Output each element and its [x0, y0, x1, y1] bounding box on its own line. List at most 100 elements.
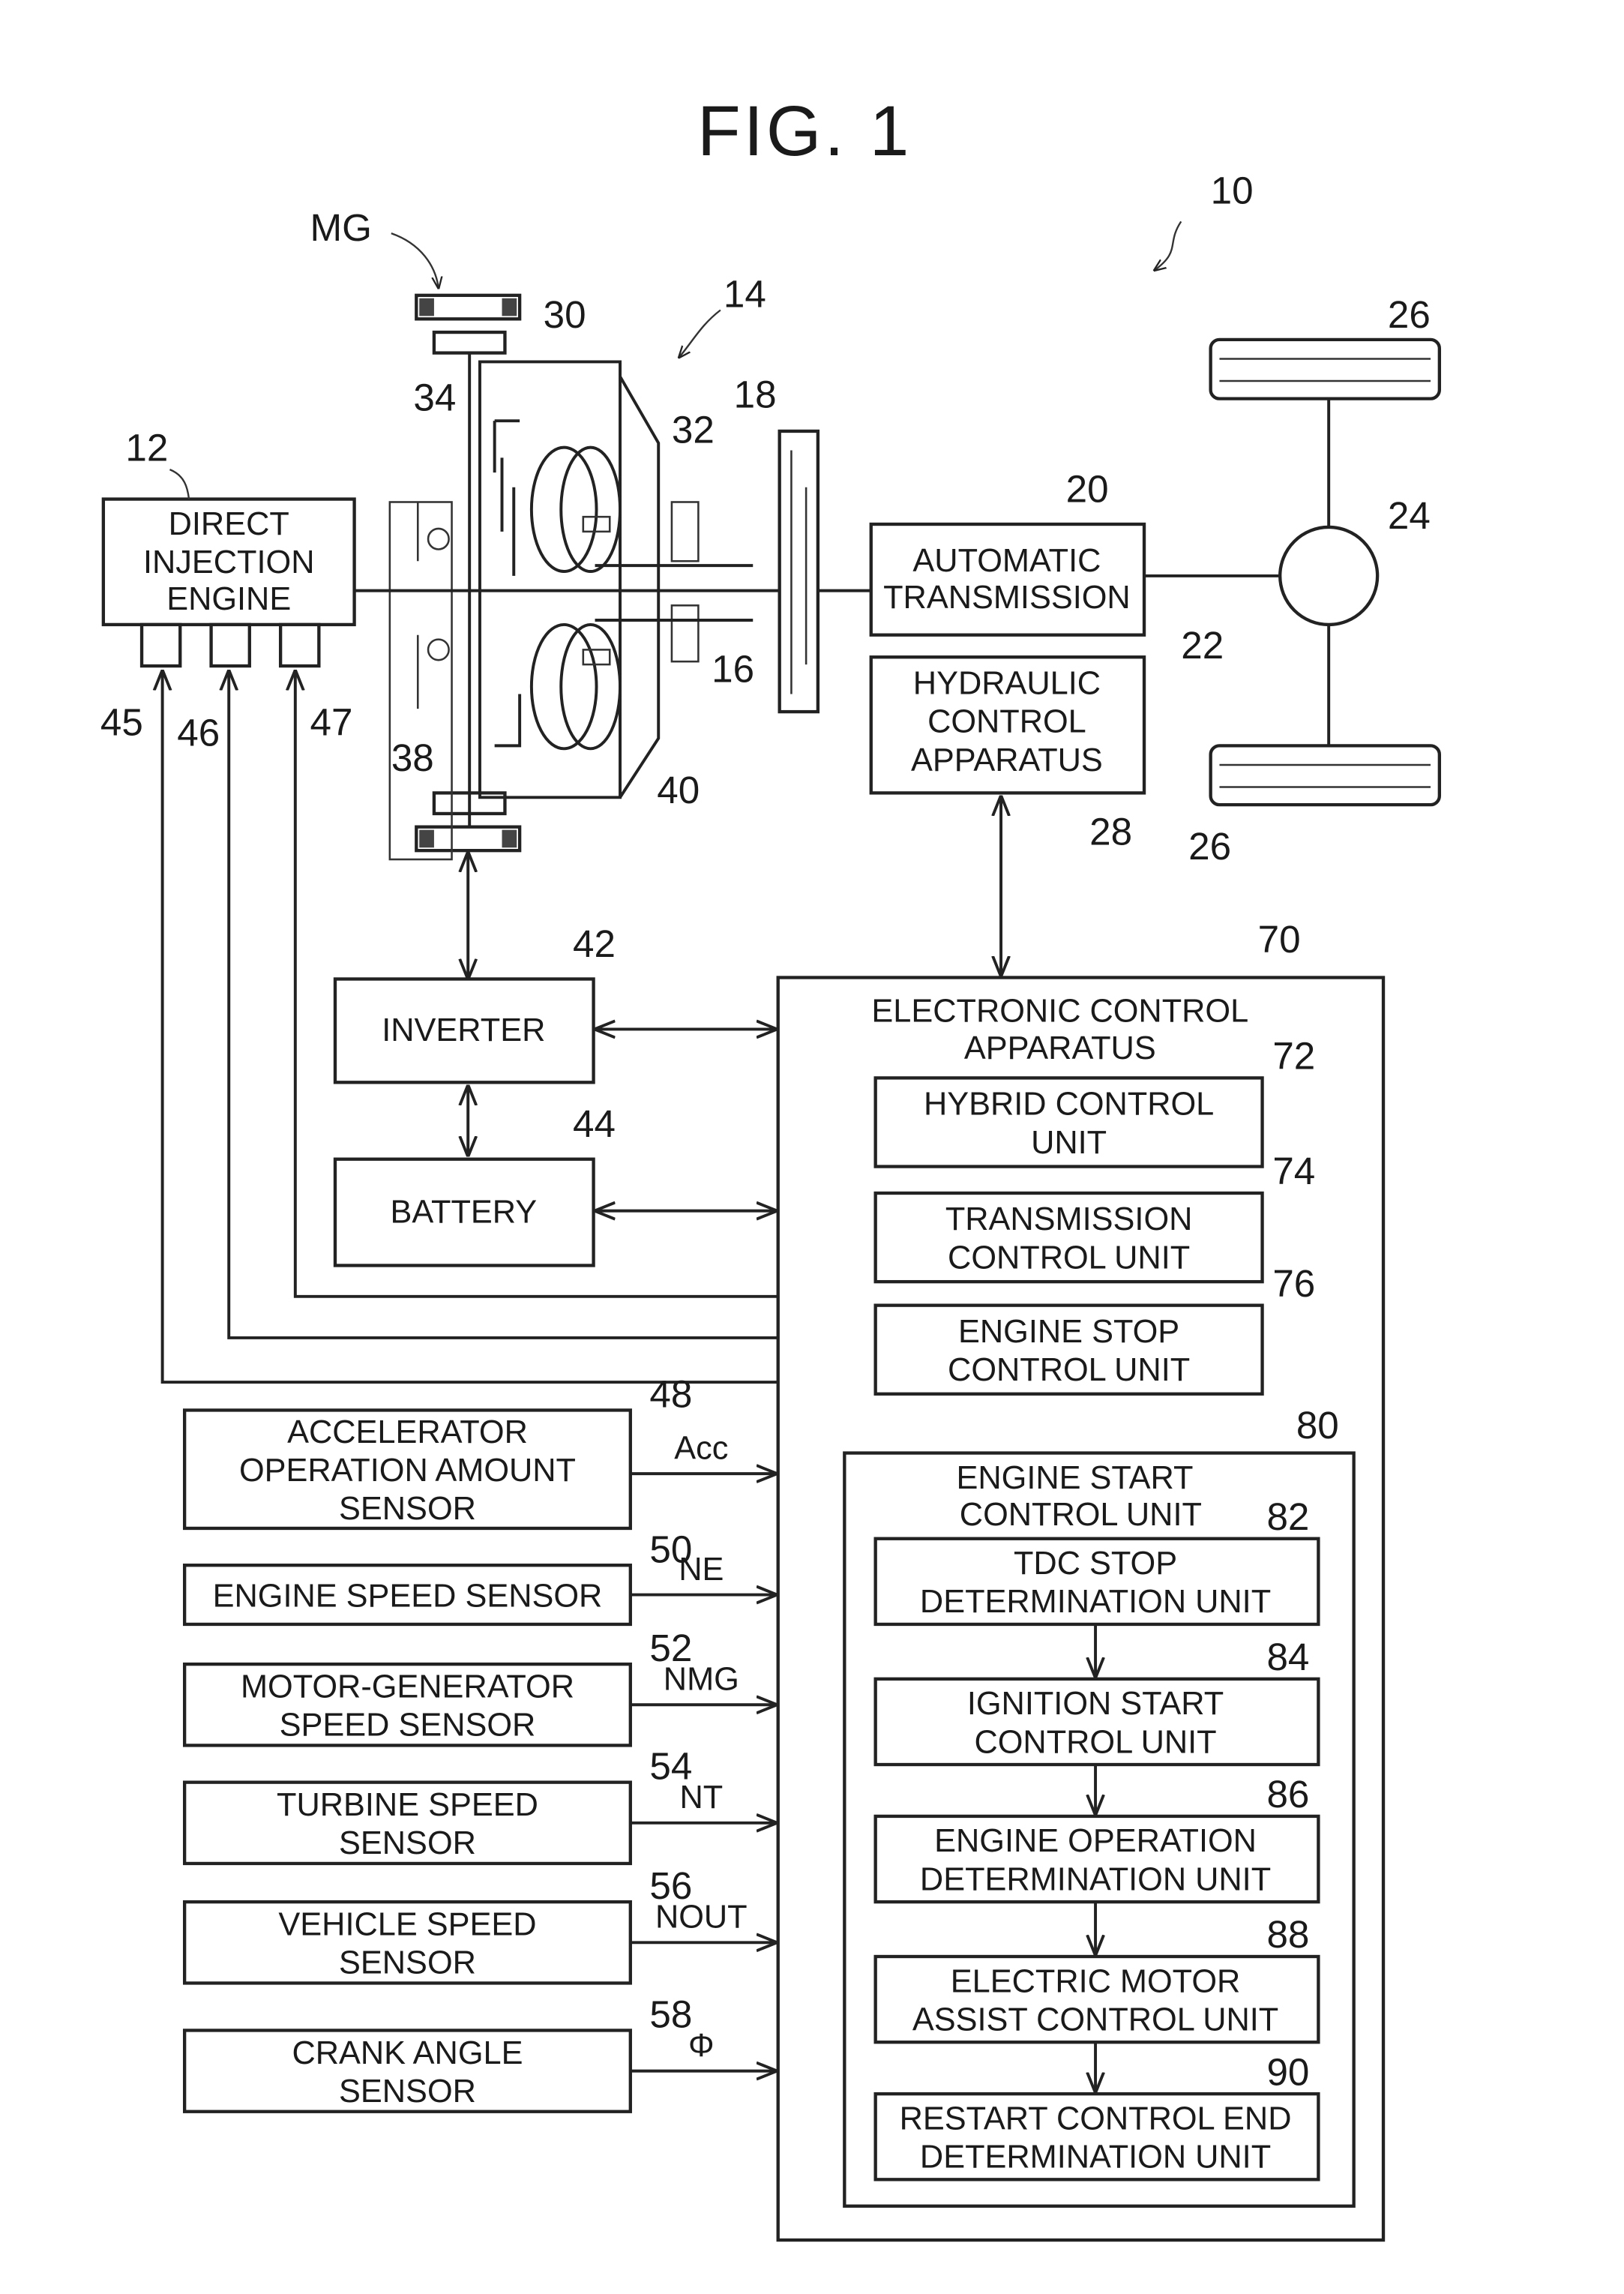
box-label-line: CONTROL UNIT	[974, 1724, 1216, 1760]
svg-text:ELECTRONIC CONTROL: ELECTRONIC CONTROL	[871, 994, 1248, 1030]
box-label-line: TDC STOP	[1014, 1546, 1177, 1582]
ref-58: 58	[649, 1993, 692, 2036]
svg-text:CONTROL UNIT: CONTROL UNIT	[960, 1497, 1202, 1533]
ref-88: 88	[1266, 1913, 1309, 1956]
box-label-line: CONTROL UNIT	[948, 1240, 1190, 1276]
signal-label: NOUT	[655, 1900, 748, 1936]
svg-text:INJECTION: INJECTION	[143, 544, 315, 580]
box-label-line: ACCELERATOR	[287, 1414, 528, 1450]
svg-text:APPARATUS: APPARATUS	[911, 742, 1103, 778]
direct-injection-engine: DIRECT INJECTION ENGINE	[101, 497, 356, 668]
box-label-line: SENSOR	[339, 1825, 476, 1861]
ref-44: 44	[573, 1102, 616, 1145]
motor-generator-stator-top	[415, 293, 522, 355]
box-label-line: SENSOR	[339, 1945, 476, 1981]
box-label-line: RESTART CONTROL END	[900, 2101, 1292, 2137]
box-label-line: ENGINE SPEED SENSOR	[213, 1578, 603, 1614]
box-label-line: MOTOR-GENERATOR	[241, 1669, 574, 1705]
ref-45: 45	[100, 701, 143, 744]
ref-74: 74	[1272, 1150, 1315, 1192]
ref-12: 12	[125, 426, 168, 469]
svg-text:TRANSMISSION: TRANSMISSION	[883, 580, 1131, 616]
ref-46: 46	[177, 711, 220, 754]
battery: BATTERY	[333, 1157, 595, 1267]
ref-22: 22	[1181, 624, 1224, 667]
ref-18: 18	[734, 373, 777, 415]
ref-14-leader	[679, 309, 721, 358]
ref-82: 82	[1266, 1495, 1309, 1538]
ref-32: 32	[672, 409, 715, 451]
box-label-line: TURBINE SPEED	[277, 1787, 538, 1823]
ecu-units: HYBRID CONTROLUNIT72TRANSMISSIONCONTROL …	[873, 1035, 1315, 1396]
signal-label: Φ	[688, 2028, 715, 2064]
svg-text:INVERTER: INVERTER	[382, 1012, 545, 1048]
ref-72: 72	[1272, 1035, 1315, 1078]
patent-figure: FIG. 1 10 MG 14 30 34 32 18 16 38 40 DIR…	[0, 0, 1624, 2290]
signal-label: Acc	[674, 1430, 728, 1466]
ref-70: 70	[1258, 918, 1301, 961]
ref-28: 28	[1089, 810, 1132, 853]
svg-text:ENGINE: ENGINE	[166, 581, 291, 617]
svg-text:ENGINE START: ENGINE START	[957, 1460, 1194, 1496]
ref-90: 90	[1266, 2050, 1309, 2093]
differential	[1278, 525, 1380, 627]
box-label-line: ASSIST CONTROL UNIT	[912, 2002, 1278, 2038]
sensor-58: CRANK ANGLESENSOR 58Φ	[182, 1993, 775, 2113]
diagram-canvas: FIG. 1 10 MG 14 30 34 32 18 16 38 40 DIR…	[100, 91, 1442, 2242]
ref-12-leader	[169, 469, 190, 499]
box-label-line: TRANSMISSION	[945, 1201, 1193, 1237]
svg-text:AUTOMATIC: AUTOMATIC	[912, 543, 1101, 579]
ref-80: 80	[1296, 1404, 1339, 1447]
box-label-line: SENSOR	[339, 2074, 476, 2110]
mg-leader	[391, 232, 439, 288]
box-label-line: DETERMINATION UNIT	[920, 2140, 1271, 2176]
ref-40: 40	[657, 769, 700, 811]
automatic-transmission: AUTOMATIC TRANSMISSION	[869, 522, 1146, 637]
svg-text:APPARATUS: APPARATUS	[964, 1030, 1156, 1066]
sensor-list: ACCELERATOROPERATION AMOUNTSENSOR48AccEN…	[182, 1373, 775, 2113]
box-label-line: UNIT	[1031, 1125, 1107, 1161]
sensor-48: ACCELERATOROPERATION AMOUNTSENSOR 48 Acc	[182, 1373, 775, 1531]
box-label-line: SPEED SENSOR	[280, 1708, 536, 1744]
sensor-50: ENGINE SPEED SENSOR50NE	[182, 1528, 775, 1627]
ref-47: 47	[310, 701, 353, 744]
box-label-line: SENSOR	[339, 1491, 476, 1527]
box-label-line: DETERMINATION UNIT	[920, 1584, 1271, 1620]
box-label-line: OPERATION AMOUNT	[239, 1453, 576, 1489]
ref-42: 42	[573, 922, 616, 965]
svg-text:CONTROL: CONTROL	[927, 704, 1086, 740]
box-label-line: ENGINE STOP	[958, 1314, 1179, 1350]
box-label-line: DETERMINATION UNIT	[920, 1861, 1271, 1897]
svg-text:HYDRAULIC: HYDRAULIC	[913, 665, 1101, 701]
sensor-54: TURBINE SPEEDSENSOR54NT	[182, 1745, 775, 1866]
box-label-line: ENGINE OPERATION	[934, 1823, 1257, 1859]
svg-text:DIRECT: DIRECT	[169, 506, 289, 542]
signal-label: NT	[679, 1780, 723, 1816]
ref-24: 24	[1388, 494, 1431, 537]
box-label-line: CRANK ANGLE	[292, 2035, 523, 2071]
ref-38: 38	[391, 736, 434, 779]
ref-10-leader	[1155, 220, 1182, 270]
ref-26-bottom: 26	[1188, 825, 1231, 868]
ref-14: 14	[724, 273, 766, 316]
box-label-line: IGNITION START	[967, 1686, 1224, 1722]
svg-text:BATTERY: BATTERY	[390, 1194, 537, 1230]
sensor-56: VEHICLE SPEEDSENSOR56NOUT	[182, 1864, 775, 1985]
ref-20: 20	[1066, 467, 1109, 510]
wheel-top	[1209, 337, 1442, 400]
ref-76: 76	[1272, 1262, 1315, 1305]
ref-84: 84	[1266, 1636, 1309, 1678]
ref-34: 34	[413, 376, 456, 418]
motor-generator-label: MG	[310, 206, 372, 249]
sensor-52: MOTOR-GENERATORSPEED SENSOR52NMG	[182, 1627, 775, 1747]
hydraulic-control-apparatus: HYDRAULIC CONTROL APPARATUS	[869, 655, 1146, 795]
ref-10: 10	[1211, 169, 1254, 212]
box-label-line: VEHICLE SPEED	[278, 1906, 536, 1942]
figure-title: FIG. 1	[697, 91, 912, 171]
signal-label: NE	[679, 1552, 724, 1588]
ref-26-top: 26	[1388, 293, 1431, 336]
wheel-bottom	[1209, 744, 1442, 807]
clutch-18	[778, 429, 820, 714]
signal-label: NMG	[664, 1662, 739, 1698]
ref-86: 86	[1266, 1773, 1309, 1816]
